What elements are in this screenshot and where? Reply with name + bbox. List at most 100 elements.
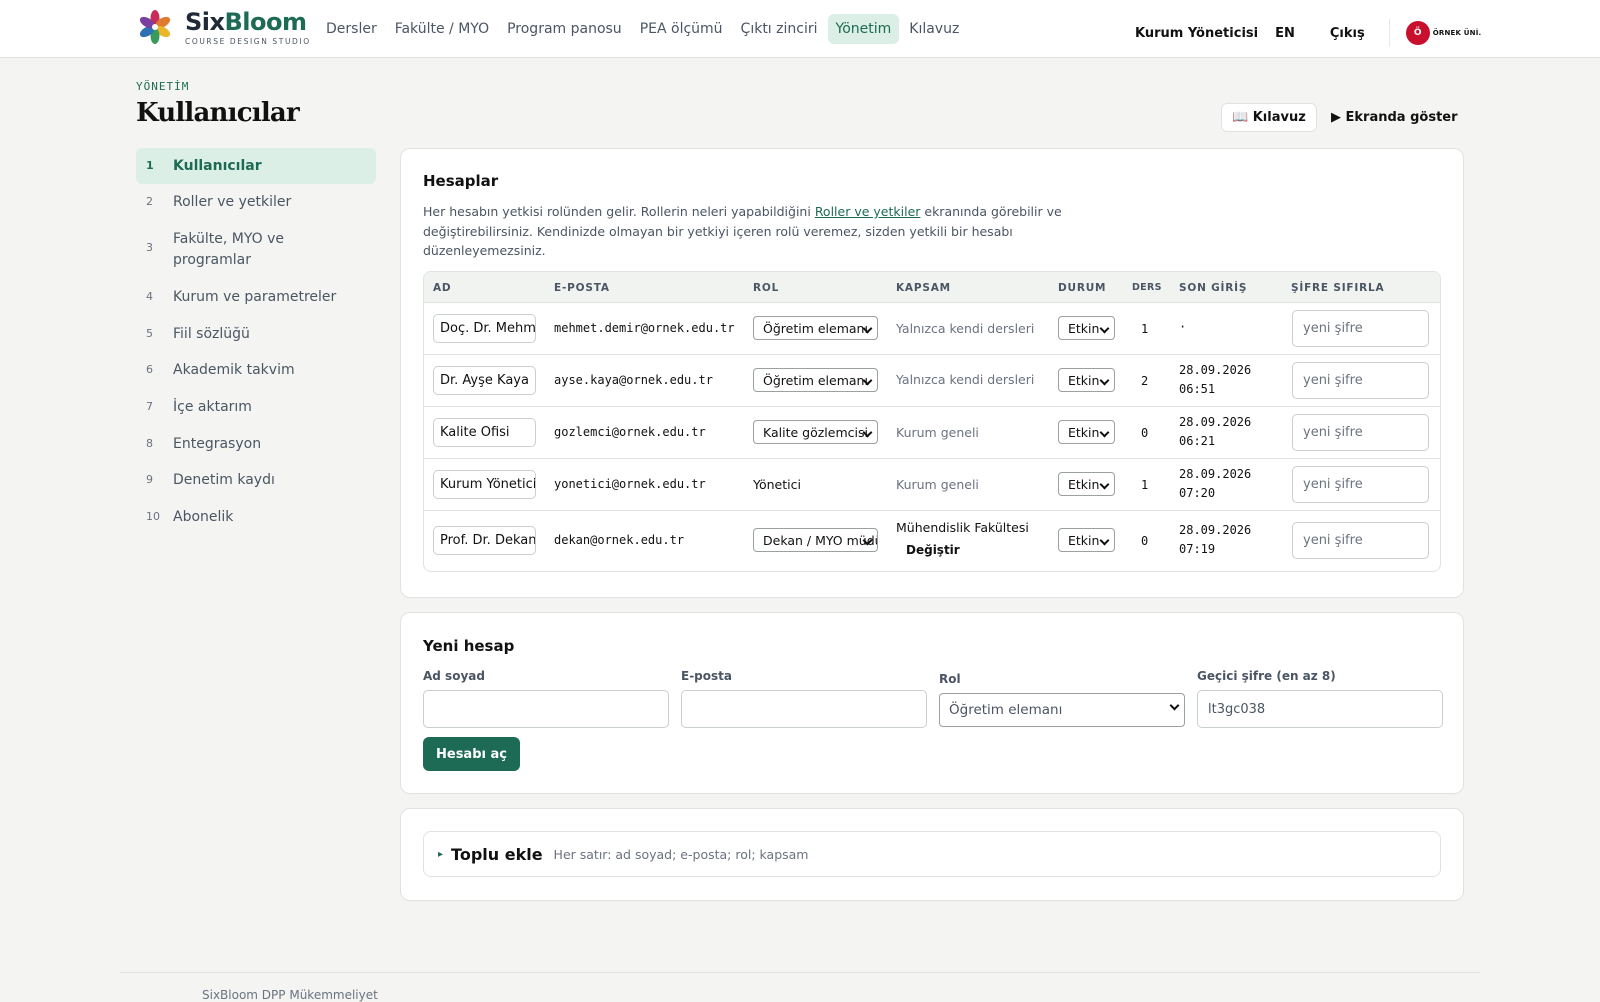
accounts-title: Hesaplar	[423, 172, 499, 190]
name-input[interactable]: Kalite Ofisi	[433, 418, 536, 447]
nav-kilavuz[interactable]: Kılavuz	[901, 14, 967, 44]
status-select[interactable]: Etkin	[1058, 316, 1115, 340]
sidebar-item-label: İçe aktarım	[173, 399, 252, 415]
user-role-label: Kurum Yöneticisi	[1135, 25, 1259, 41]
new-password-input[interactable]: yeni şifre	[1292, 362, 1429, 399]
footer-divider	[120, 972, 1480, 973]
email-label: E-posta	[681, 669, 732, 683]
sidebar-item-label: Fakülte, MYO ve programlar	[173, 231, 285, 268]
nav-dersler[interactable]: Dersler	[318, 14, 385, 44]
page-title: Kullanıcılar	[136, 98, 300, 128]
new-password-input[interactable]: yeni şifre	[1292, 414, 1429, 451]
sidebar-item-kurum[interactable]: 4 Kurum ve parametreler	[136, 279, 376, 316]
expand-arrow-icon: ▸	[438, 848, 444, 860]
role-select[interactable]: Öğretim elemanı	[753, 368, 878, 392]
role-select[interactable]: Öğretim elemanı	[753, 316, 878, 340]
role-select[interactable]: Kalite gözlemcisi	[753, 420, 878, 444]
scope-text: Kurum geneli	[896, 425, 979, 440]
scope-text: Yalnızca kendi dersleri	[896, 372, 1035, 387]
name-input[interactable]: Dr. Ayşe Kaya	[433, 366, 536, 395]
brand-logo[interactable]: SixBloom COURSE DESIGN STUDIO	[139, 8, 311, 46]
col-email: E-POSTA	[554, 282, 610, 294]
show-on-screen-button[interactable]: ▶ Ekranda göster	[1331, 103, 1458, 132]
nav-pea-olcumu[interactable]: PEA ölçümü	[632, 14, 731, 44]
role-select[interactable]: Dekan / MYO müdürü	[753, 528, 878, 552]
email-text: ayse.kaya@ornek.edu.tr	[554, 373, 713, 387]
nav-program-panosu[interactable]: Program panosu	[499, 14, 630, 44]
main-nav: Dersler Fakülte / MYO Program panosu PEA…	[318, 14, 969, 44]
sidebar-item-number: 6	[146, 363, 153, 376]
sidebar-item-number: 10	[146, 510, 160, 523]
sidebar-item-roller[interactable]: 2 Roller ve yetkiler	[136, 184, 376, 221]
last-login-date: 28.09.2026	[1179, 523, 1252, 537]
brand-subtitle: COURSE DESIGN STUDIO	[185, 36, 311, 46]
sidebar-item-kullanicilar[interactable]: 1 Kullanıcılar	[136, 148, 376, 184]
email-text: gozlemci@ornek.edu.tr	[554, 425, 706, 439]
bulk-add-hint: Her satır: ad soyad; e-posta; rol; kapsa…	[553, 846, 809, 862]
open-account-button[interactable]: Hesabı aç	[423, 737, 520, 771]
last-login-time: 07:19	[1179, 542, 1216, 556]
full-name-input[interactable]	[423, 690, 669, 728]
email-text: mehmet.demir@ornek.edu.tr	[554, 321, 735, 335]
nav-fakulte-myo[interactable]: Fakülte / MYO	[387, 14, 497, 44]
last-login-date: 28.09.2026	[1179, 467, 1252, 481]
col-role: ROL	[753, 282, 780, 294]
sidebar-item-label: Roller ve yetkiler	[173, 194, 292, 210]
sidebar-item-number: 2	[146, 195, 153, 208]
table-row: Prof. Dr. Dekan dekan@ornek.edu.tr Dekan…	[424, 511, 1440, 571]
col-reset-password: ŞİFRE SIFIRLA	[1291, 282, 1385, 294]
sidebar-item-ice-aktarim[interactable]: 7 İçe aktarım	[136, 389, 376, 426]
status-select[interactable]: Etkin	[1058, 420, 1115, 444]
sidebar-item-label: Kurum ve parametreler	[173, 289, 337, 305]
course-count: 2	[1141, 374, 1149, 388]
change-scope-button[interactable]: Değiştir	[906, 543, 960, 557]
col-last-login: SON GİRİŞ	[1179, 282, 1248, 294]
flower-logo-icon	[139, 8, 171, 46]
accounts-table: AD E-POSTA ROL KAPSAM DURUM DERS SON GİR…	[423, 271, 1441, 572]
sidebar-item-number: 7	[146, 400, 153, 413]
bulk-add-toggle[interactable]: ▸ Toplu ekle Her satır: ad soyad; e-post…	[423, 831, 1441, 877]
email-text: dekan@ornek.edu.tr	[554, 533, 685, 547]
accounts-card: Hesaplar Her hesabın yetkisi rolünden ge…	[400, 148, 1464, 598]
nav-cikti-zinciri[interactable]: Çıktı zinciri	[733, 14, 826, 44]
sidebar-item-fakulte[interactable]: 3 Fakülte, MYO ve programlar	[136, 221, 376, 279]
role-select[interactable]: Öğretim elemanı	[939, 693, 1185, 727]
breadcrumb: YÖNETİM	[136, 80, 190, 93]
name-input[interactable]: Prof. Dr. Dekan	[433, 526, 536, 555]
sidebar-item-number: 9	[146, 473, 153, 486]
sidebar-item-denetim[interactable]: 9 Denetim kaydı	[136, 462, 376, 499]
nav-yonetim[interactable]: Yönetim	[827, 14, 900, 44]
sidebar-item-number: 5	[146, 327, 153, 340]
col-courses: DERS	[1132, 282, 1162, 293]
accounts-description: Her hesabın yetkisi rolünden gelir. Roll…	[423, 204, 1062, 258]
last-login-time: 06:51	[1179, 382, 1216, 396]
temp-password-label: Geçici şifre (en az 8)	[1197, 669, 1336, 683]
new-password-input[interactable]: yeni şifre	[1292, 522, 1429, 559]
scope-text: Yalnızca kendi dersleri	[896, 321, 1035, 336]
name-input[interactable]: Kurum Yöneticisi	[433, 470, 536, 499]
name-input[interactable]: Doç. Dr. Mehmet Demir	[433, 314, 536, 343]
brand-name: SixBloom	[185, 7, 307, 36]
status-select[interactable]: Etkin	[1058, 472, 1115, 496]
col-scope: KAPSAM	[896, 282, 951, 294]
new-password-input[interactable]: yeni şifre	[1292, 466, 1429, 503]
sidebar-item-number: 4	[146, 290, 153, 303]
email-input[interactable]	[681, 690, 927, 728]
top-bar: SixBloom COURSE DESIGN STUDIO Dersler Fa…	[0, 0, 1600, 58]
table-row: Kurum Yöneticisi yonetici@ornek.edu.tr Y…	[424, 459, 1440, 511]
sidebar-item-fiil[interactable]: 5 Fiil sözlüğü	[136, 316, 376, 352]
settings-sidebar: 1 Kullanıcılar 2 Roller ve yetkiler 3 Fa…	[136, 148, 376, 535]
logout-link[interactable]: Çıkış	[1330, 26, 1365, 41]
col-status: DURUM	[1058, 282, 1107, 294]
status-select[interactable]: Etkin	[1058, 368, 1115, 392]
roles-link[interactable]: Roller ve yetkiler	[815, 204, 921, 219]
language-toggle[interactable]: EN	[1275, 26, 1295, 41]
temp-password-input[interactable]: lt3gc038	[1197, 690, 1443, 728]
course-count: 0	[1141, 534, 1149, 548]
new-password-input[interactable]: yeni şifre	[1292, 310, 1429, 347]
sidebar-item-abonelik[interactable]: 10 Abonelik	[136, 499, 376, 535]
sidebar-item-entegrasyon[interactable]: 8 Entegrasyon	[136, 426, 376, 462]
status-select[interactable]: Etkin	[1058, 528, 1115, 552]
guide-button[interactable]: 📖 Kılavuz	[1221, 103, 1317, 132]
sidebar-item-takvim[interactable]: 6 Akademik takvim	[136, 352, 376, 389]
